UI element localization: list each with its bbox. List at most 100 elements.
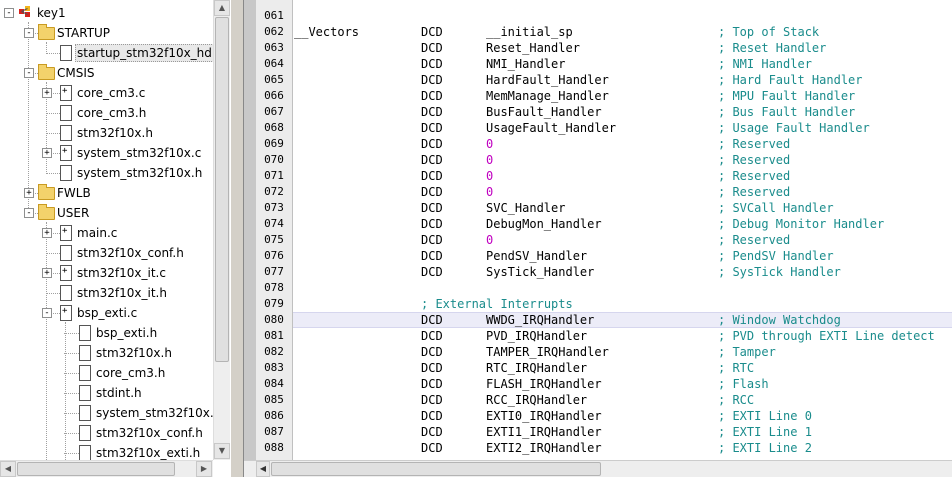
code-line[interactable]: __Vectors DCD __initial_sp ; Top of Stack [293,24,952,40]
tree-item[interactable]: - key1 [0,4,213,22]
tree-item[interactable]: + + main.c [0,224,213,242]
tree-item[interactable]: bsp_exti.h [0,324,213,342]
collapse-icon[interactable]: - [42,308,52,318]
code-line[interactable]: DCD EXTI2_IRQHandler ; EXTI Line 2 [293,440,952,456]
tree-item[interactable]: stm32f10x_it.h [0,284,213,302]
code-directive: DCD [421,265,443,279]
code-line[interactable]: DCD FLASH_IRQHandler ; Flash [293,376,952,392]
tree-horizontal-scrollbar[interactable]: ◀ ▶ [0,460,213,477]
code-line[interactable]: DCD UsageFault_Handler ; Usage Fault Handl… [293,120,952,136]
code-directive: DCD [421,201,443,215]
plus-icon: + [62,266,68,276]
scroll-up-arrow-icon[interactable]: ▲ [214,0,230,16]
tree-item[interactable]: system_stm32f10x.h [0,164,213,182]
code-line[interactable]: DCD 0 ; Reserved [293,184,952,200]
line-number: 062 [264,25,284,38]
tree-item-label: stm32f10x_it.c [77,266,166,280]
tree-horizontal-scroll-thumb[interactable] [17,462,175,476]
editor-horizontal-scrollbar[interactable]: ◀ [244,460,952,477]
code-directive: DCD [421,313,443,327]
tree-item[interactable]: + + system_stm32f10x.c [0,144,213,162]
tree-item[interactable]: stm32f10x_conf.h [0,244,213,262]
tree-item[interactable]: - CMSIS [0,64,213,82]
code-comment: ; Bus Fault Handler [718,105,856,119]
code-directive: DCD [421,377,443,391]
expand-icon[interactable]: + [42,148,52,158]
expand-icon[interactable]: + [42,228,52,238]
expand-icon[interactable]: + [42,268,52,278]
code-line[interactable]: DCD PendSV_Handler ; PendSV Handler [293,248,952,264]
project-tree[interactable]: - key1 - STARTUP startup_stm32f10x_hd.s - CMSI… [0,0,230,477]
tree-item[interactable]: stm32f10x_conf.h [0,424,213,442]
code-line[interactable]: DCD SysTick_Handler ; SysTick Handler [293,264,952,280]
code-line[interactable]: ; External Interrupts [293,296,952,312]
scroll-left-arrow-icon[interactable]: ◀ [256,461,270,477]
code-line[interactable]: DCD BusFault_Handler ; Bus Fault Handler [293,104,952,120]
tree-item[interactable]: stm32f10x.h [0,344,213,362]
code-line[interactable]: DCD Reset_Handler ; Reset Handler [293,40,952,56]
tree-item[interactable]: stdint.h [0,384,213,402]
tree-item[interactable]: stm32f10x.h [0,124,213,142]
code-comment: ; PendSV Handler [718,249,834,263]
collapse-icon[interactable]: - [4,8,14,18]
line-number: 082 [264,345,284,358]
scroll-right-arrow-icon[interactable]: ▶ [196,461,212,477]
current-code-line[interactable]: DCD WWDG_IRQHandler ; Window Watchdog [293,312,952,328]
tree-item[interactable]: + FWLB [0,184,213,202]
tree-item[interactable]: core_cm3.h [0,364,213,382]
tree-vertical-scrollbar[interactable]: ▲ ▼ [213,0,230,460]
line-number: 073 [264,201,284,214]
tree-item[interactable]: - STARTUP [0,24,213,42]
line-number: 068 [264,121,284,134]
code-line[interactable]: DCD DebugMon_Handler ; Debug Monitor Handl… [293,216,952,232]
code-line[interactable]: DCD HardFault_Handler ; Hard Fault Handler [293,72,952,88]
code-line[interactable]: DCD 0 ; Reserved [293,136,952,152]
tree-item[interactable]: + + core_cm3.c [0,84,213,102]
collapse-icon[interactable]: - [24,28,34,38]
tree-item[interactable]: - + bsp_exti.c [0,304,213,322]
line-number-column: 061 062 063 064 065 066 067 068 069 070 071 072 073 0… [256,0,293,460]
code-directive: DCD [421,441,443,455]
code-line[interactable]: DCD EXTI1_IRQHandler ; EXTI Line 1 [293,424,952,440]
code-line[interactable]: DCD RCC_IRQHandler ; RCC [293,392,952,408]
code-editor[interactable]: 061 062 063 064 065 066 067 068 069 070 071 072 073 0… [244,0,952,477]
code-line[interactable] [293,280,952,296]
code-directive: DCD [421,345,443,359]
code-line[interactable]: DCD 0 ; Reserved [293,232,952,248]
tree-item-label: stm32f10x.h [77,126,153,140]
code-comment: ; Hard Fault Handler [718,73,863,87]
collapse-icon[interactable]: - [24,68,34,78]
scroll-left-arrow-icon[interactable]: ◀ [0,461,16,477]
file-plus-icon: + [60,265,72,281]
tree-item[interactable]: + + stm32f10x_it.c [0,264,213,282]
tree-item[interactable]: core_cm3.h [0,104,213,122]
scroll-down-arrow-icon[interactable]: ▼ [214,443,230,459]
editor-gutter[interactable] [244,0,256,460]
plus-icon: + [62,226,68,236]
code-line[interactable]: DCD EXTI0_IRQHandler ; EXTI Line 0 [293,408,952,424]
code-directive: DCD [421,25,443,39]
collapse-icon[interactable]: - [24,208,34,218]
tree-item-label: stm32f10x_conf.h [96,426,203,440]
code-comment: ; Reserved [718,153,791,167]
pane-splitter[interactable] [230,0,244,477]
editor-horizontal-scroll-thumb[interactable] [271,462,601,476]
code-line[interactable]: DCD NMI_Handler ; NMI Handler [293,56,952,72]
code-line[interactable]: DCD PVD_IRQHandler ; PVD through EXTI Line… [293,328,952,344]
code-line[interactable] [293,8,952,24]
expand-icon[interactable]: + [24,188,34,198]
code-line[interactable]: DCD 0 ; Reserved [293,168,952,184]
tree-item-label: core_cm3.h [96,366,166,380]
code-line[interactable]: DCD SVC_Handler ; SVCall Handler [293,200,952,216]
tree-item[interactable]: system_stm32f10x.h [0,404,221,422]
tree-item[interactable]: startup_stm32f10x_hd.s [0,44,224,62]
code-line[interactable]: DCD RTC_IRQHandler ; RTC [293,360,952,376]
expand-icon[interactable]: + [42,88,52,98]
code-operand: WWDG_IRQHandler [486,313,595,327]
code-line[interactable]: DCD 0 ; Reserved [293,152,952,168]
code-line[interactable]: DCD TAMPER_IRQHandler ; Tamper [293,344,952,360]
tree-vertical-scroll-thumb[interactable] [215,17,229,362]
code-operand: 0 [486,233,494,247]
tree-item[interactable]: - USER [0,204,213,222]
code-line[interactable]: DCD MemManage_Handler ; MPU Fault Handler [293,88,952,104]
